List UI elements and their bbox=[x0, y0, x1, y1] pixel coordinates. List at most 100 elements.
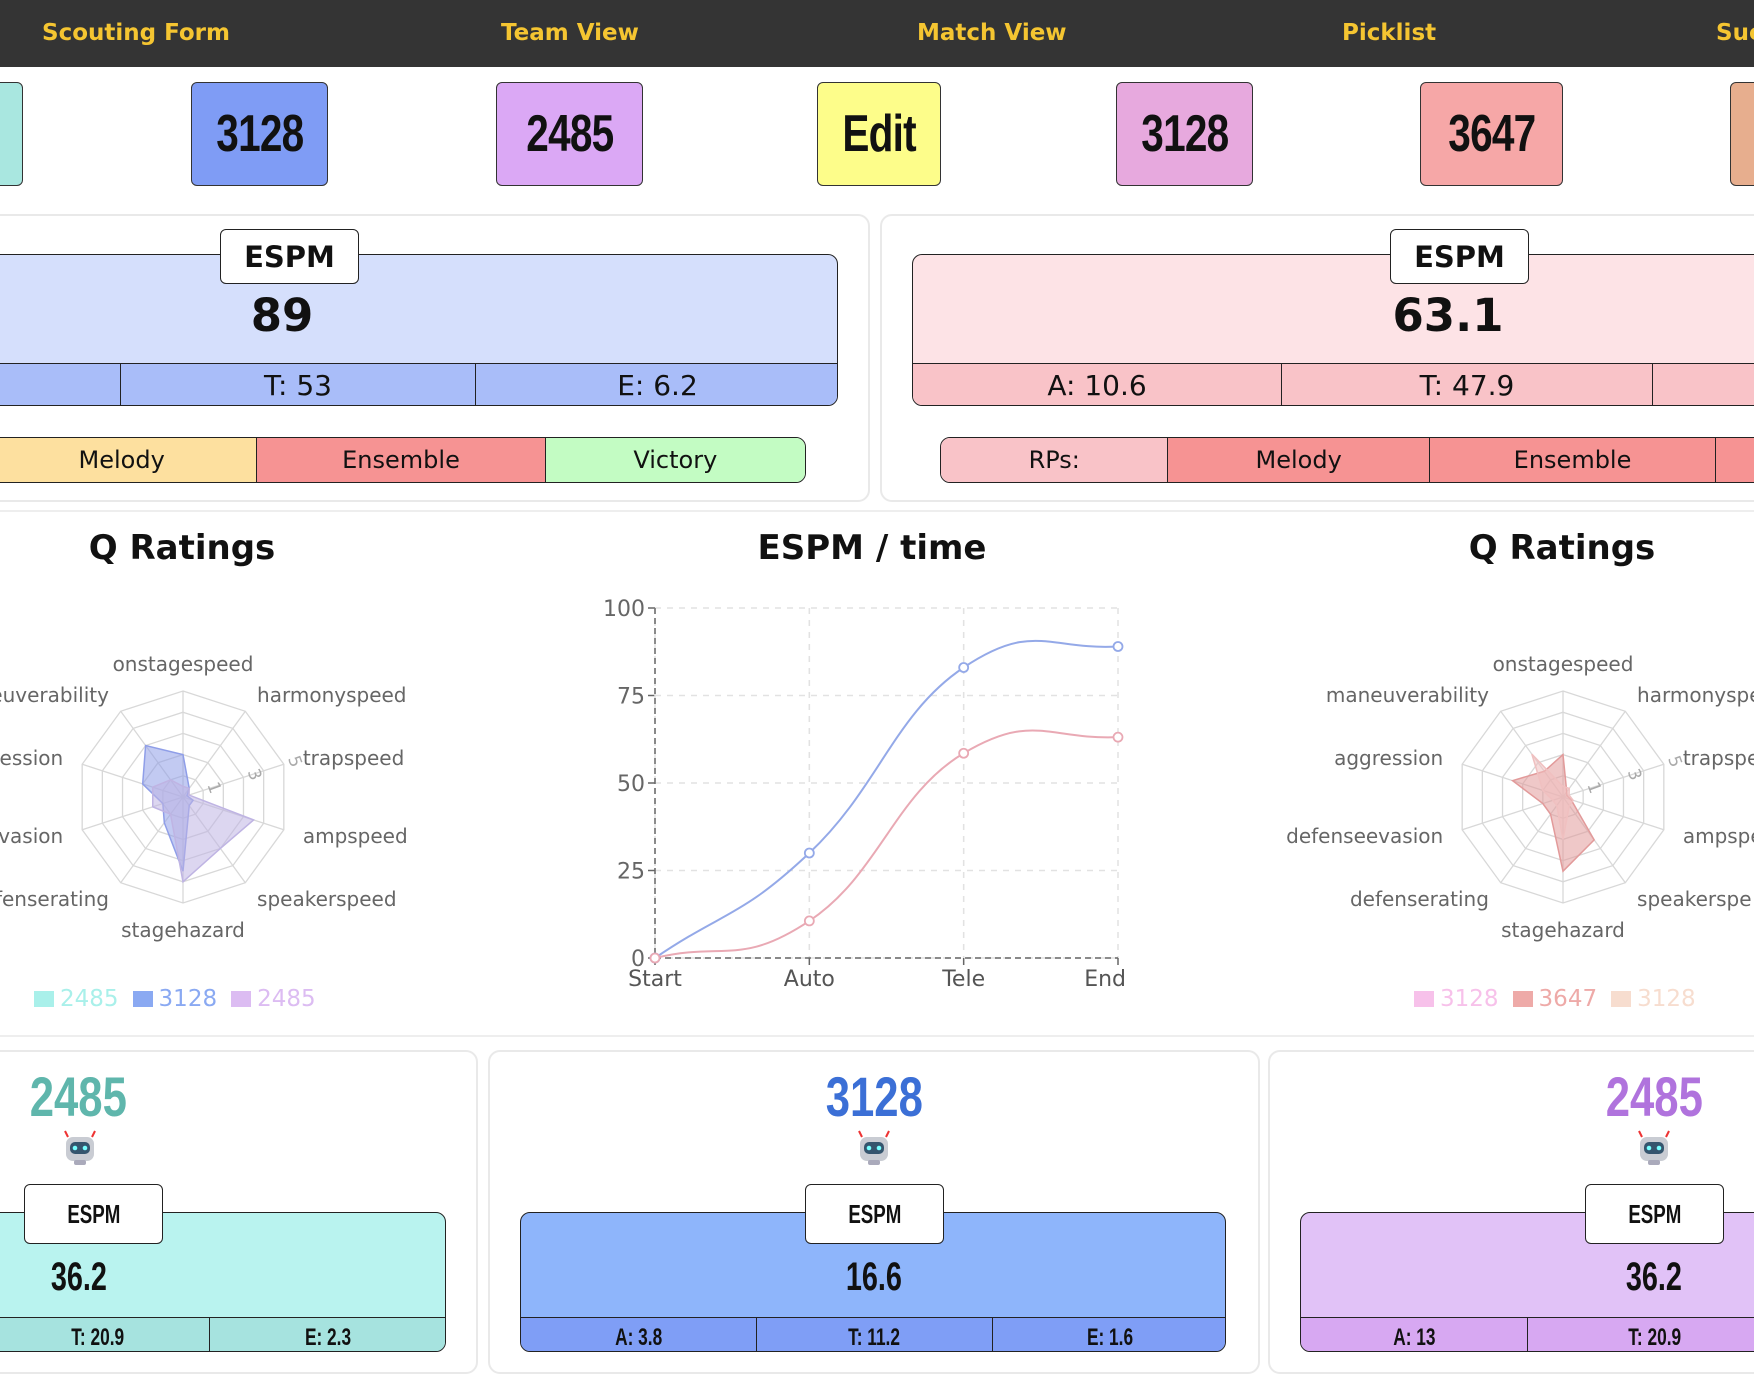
legend-swatch bbox=[1414, 991, 1434, 1007]
legend-swatch bbox=[34, 991, 54, 1007]
radar-tick-label: 3 bbox=[243, 766, 265, 783]
radar-tick-label: 1 bbox=[202, 779, 224, 796]
red-alliance-card: 63.1 A: 10.6 T: 47.9 ESPM RPs: Melody En… bbox=[880, 214, 1754, 502]
red-espm-tag: ESPM bbox=[1390, 229, 1529, 284]
y-tick-label: 100 bbox=[603, 597, 645, 622]
radar-axis-label: harmonyspeed bbox=[257, 683, 406, 707]
radar-axis-label: harmonyspe bbox=[1637, 683, 1754, 707]
legend-label: 2485 bbox=[257, 986, 316, 1012]
y-tick-label: 75 bbox=[617, 685, 645, 710]
blue-rp-victory: Victory bbox=[545, 438, 805, 482]
radar-axis-label: defenseevasion bbox=[1286, 824, 1443, 848]
team-chip-partial-left[interactable] bbox=[0, 82, 23, 186]
legend-swatch bbox=[231, 991, 252, 1007]
radar-tick-label: 3 bbox=[1623, 766, 1645, 783]
data-point bbox=[803, 915, 815, 927]
data-point bbox=[1112, 731, 1124, 743]
nav-scouting-form[interactable]: Scouting Form bbox=[42, 0, 230, 67]
blue-breakdown-tele: T: 53 bbox=[121, 364, 476, 405]
team-breakdown-strip: A: 3.8 T: 11.2 E: 1.6 bbox=[521, 1317, 1225, 1351]
radar-axis-label: ession bbox=[0, 746, 63, 770]
robot-icon bbox=[854, 1127, 894, 1167]
data-point bbox=[803, 847, 815, 859]
team-chip-3128[interactable]: 3128 bbox=[191, 82, 328, 186]
left-radar-title: Q Ratings bbox=[88, 528, 276, 568]
right-radar-legend: 3128 3647 3128 bbox=[1414, 985, 1696, 1013]
section-divider bbox=[0, 1035, 1754, 1037]
red-breakdown-auto: A: 10.6 bbox=[913, 364, 1282, 405]
legend-label: 2485 bbox=[60, 986, 119, 1012]
red-rp-partial bbox=[1716, 438, 1754, 482]
legend-item[interactable]: 3647 bbox=[1512, 985, 1598, 1013]
nav-picklist[interactable]: Picklist bbox=[1342, 0, 1436, 67]
red-breakdown-tele: T: 47.9 bbox=[1282, 364, 1653, 405]
team-breakdown-strip: A: 13 T: 20.9 bbox=[1301, 1317, 1754, 1351]
red-breakdown-strip: A: 10.6 T: 47.9 bbox=[913, 363, 1754, 405]
team-card-2485-blue: 2485 36.2 T: 20.9 E: 2.3 ESPM bbox=[0, 1050, 478, 1374]
data-point bbox=[958, 747, 970, 759]
x-tick-label: Auto bbox=[784, 967, 835, 992]
team-card-3128: 3128 16.6 A: 3.8 T: 11.2 E: 1.6 ESPM bbox=[488, 1050, 1260, 1374]
radar-tick-label: 1 bbox=[1582, 779, 1604, 796]
team-espm-value: 36.2 bbox=[1625, 1255, 1683, 1299]
robot-icon bbox=[60, 1127, 100, 1167]
x-tick-label: Start bbox=[628, 967, 682, 992]
red-rp-label: RPs: bbox=[941, 438, 1169, 482]
team-card-2485-purple: 2485 36.2 A: 13 T: 20.9 ESPM bbox=[1268, 1050, 1754, 1374]
legend-swatch bbox=[132, 991, 153, 1007]
espm-time-chart: 0255075100Start Auto Tele End bbox=[603, 597, 1126, 992]
y-tick-label: 50 bbox=[617, 772, 645, 797]
team-espm-tag: ESPM bbox=[805, 1184, 944, 1244]
blue-breakdown-auto bbox=[0, 364, 121, 405]
radar-axis-label: onstagespeed bbox=[1493, 652, 1634, 676]
team-breakdown-strip: T: 20.9 E: 2.3 bbox=[0, 1317, 445, 1351]
blue-rp-badges: Melody Ensemble Victory bbox=[0, 437, 806, 483]
blue-breakdown-strip: T: 53 E: 6.2 bbox=[0, 363, 837, 405]
team-number: 3128 bbox=[825, 1065, 923, 1128]
legend-item[interactable]: 2485 bbox=[34, 985, 119, 1013]
right-radar-chart: 135onstagespeedharmonyspetrapspeampspesp… bbox=[1286, 652, 1754, 942]
radar-axis-label: onstagespeed bbox=[113, 652, 254, 676]
blue-breakdown-endgame: E: 6.2 bbox=[617, 369, 698, 402]
radar-axis-label: efenserating bbox=[0, 887, 109, 911]
team-breakdown-tele: T: 20.9 bbox=[0, 1318, 210, 1351]
nav-team-view[interactable]: Team View bbox=[501, 0, 639, 67]
legend-swatch bbox=[1611, 991, 1632, 1007]
team-number: 2485 bbox=[1605, 1065, 1703, 1128]
radar-axis-label: euverability bbox=[0, 683, 109, 707]
legend-label: 3128 bbox=[1440, 986, 1499, 1012]
left-radar-chart: 135onstagespeedharmonyspeedtrapspeedamps… bbox=[0, 652, 408, 942]
team-espm-value: 36.2 bbox=[50, 1255, 108, 1299]
nav-suc[interactable]: Suc bbox=[1716, 0, 1754, 67]
red-espm-panel: 63.1 A: 10.6 T: 47.9 bbox=[912, 254, 1754, 406]
series-line bbox=[654, 729, 1119, 959]
edit-button[interactable]: Edit bbox=[817, 82, 941, 186]
blue-rp-melody: Melody bbox=[0, 438, 258, 482]
legend-swatch bbox=[1512, 991, 1533, 1007]
blue-alliance-card: 89 T: 53 E: 6.2 ESPM Melody Ensemble Vic… bbox=[0, 214, 870, 502]
red-rp-melody: Melody bbox=[1168, 438, 1430, 482]
team-chip-3647[interactable]: 3647 bbox=[1420, 82, 1563, 186]
team-espm-value: 16.6 bbox=[845, 1255, 903, 1299]
team-chip-2485[interactable]: 2485 bbox=[496, 82, 643, 186]
team-number: 2485 bbox=[29, 1065, 127, 1128]
radar-axis-label: speakerspeed bbox=[257, 887, 397, 911]
red-rp-ensemble: Ensemble bbox=[1429, 438, 1717, 482]
team-chip-partial-right[interactable] bbox=[1730, 82, 1754, 186]
nav-match-view[interactable]: Match View bbox=[917, 0, 1067, 67]
team-chip-3128-red[interactable]: 3128 bbox=[1116, 82, 1253, 186]
red-breakdown-endgame bbox=[1653, 364, 1754, 405]
legend-item[interactable]: 3128 bbox=[1414, 985, 1499, 1013]
radar-axis-label: trapspeed bbox=[303, 746, 404, 770]
legend-item[interactable]: 2485 bbox=[231, 985, 316, 1013]
radar-axis-label: defenserating bbox=[1350, 887, 1489, 911]
legend-label: 3647 bbox=[1538, 986, 1598, 1012]
team-espm-tag: ESPM bbox=[24, 1184, 163, 1244]
legend-item[interactable]: 3128 bbox=[1611, 985, 1696, 1013]
team-breakdown-auto: A: 13 bbox=[1301, 1318, 1528, 1351]
espm-time-title: ESPM / time bbox=[757, 528, 987, 568]
legend-item[interactable]: 3128 bbox=[132, 985, 217, 1013]
y-tick-label: 25 bbox=[617, 860, 645, 885]
red-espm-value: 63.1 bbox=[1392, 289, 1504, 342]
team-breakdown-endgame: E: 2.3 bbox=[305, 1323, 352, 1351]
